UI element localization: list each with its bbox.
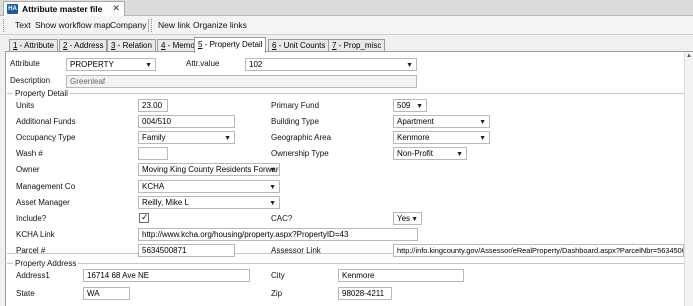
geographic-area-label: Geographic Area bbox=[271, 133, 332, 142]
primary-fund-label: Primary Fund bbox=[271, 101, 320, 110]
additional-funds-field[interactable]: 004/510 bbox=[138, 115, 235, 128]
property-detail-group-title: Property Detail bbox=[13, 89, 70, 98]
include-label: Include? bbox=[16, 214, 47, 223]
chevron-down-icon: ▼ bbox=[479, 135, 486, 142]
ownership-type-select[interactable]: Non-Profit ▼ bbox=[393, 147, 467, 160]
document-tab[interactable]: HA Attribute master file ✕ bbox=[3, 1, 125, 16]
close-icon[interactable]: ✕ bbox=[112, 3, 120, 14]
management-co-select[interactable]: KCHA ▼ bbox=[138, 180, 280, 193]
text-button[interactable]: Text bbox=[15, 20, 31, 30]
building-type-select[interactable]: Apartment ▼ bbox=[393, 115, 490, 128]
chevron-down-icon: ▼ bbox=[145, 62, 152, 69]
state-label: State bbox=[16, 289, 35, 298]
asset-manager-label: Asset Manager bbox=[16, 198, 70, 207]
chevron-down-icon: ▼ bbox=[269, 184, 276, 191]
attr-value-label: Attr.value bbox=[186, 59, 220, 68]
zip-label: Zip bbox=[271, 289, 283, 298]
chevron-down-icon: ▼ bbox=[456, 151, 463, 158]
chevron-down-icon: ▼ bbox=[479, 119, 486, 126]
city-label: City bbox=[271, 271, 285, 280]
additional-funds-label: Additional Funds bbox=[16, 117, 76, 126]
primary-fund-select[interactable]: 509 ▼ bbox=[393, 99, 427, 112]
document-tab-strip: HA Attribute master file ✕ bbox=[0, 0, 693, 16]
chevron-down-icon: ▼ bbox=[416, 103, 423, 110]
occupancy-type-label: Occupancy Type bbox=[16, 133, 76, 142]
toolbar-grip[interactable] bbox=[151, 19, 154, 32]
occupancy-type-select[interactable]: Family ▼ bbox=[138, 131, 235, 144]
zip-field[interactable]: 98028-4211 bbox=[338, 287, 392, 300]
address1-field[interactable]: 16714 68 Ave NE bbox=[83, 269, 250, 282]
cac-select[interactable]: Yes ▼ bbox=[393, 212, 422, 225]
attribute-label: Attribute bbox=[10, 59, 40, 68]
building-type-label: Building Type bbox=[271, 117, 319, 126]
kcha-link-field[interactable]: http://www.kcha.org/housing/property.asp… bbox=[138, 228, 418, 241]
attr-value-select[interactable]: 102 ▼ bbox=[245, 58, 417, 71]
wash-field[interactable] bbox=[138, 147, 168, 160]
chevron-down-icon: ▼ bbox=[269, 200, 276, 207]
address1-label: Address1 bbox=[16, 271, 50, 280]
geographic-area-select[interactable]: Kenmore ▼ bbox=[393, 131, 490, 144]
assessor-link-label: Assessor Link bbox=[271, 246, 321, 255]
toolbar: Text Show workflow map Company New link … bbox=[0, 16, 693, 35]
state-field[interactable]: WA bbox=[83, 287, 130, 300]
property-address-group-title: Property Address bbox=[13, 259, 79, 268]
attribute-select[interactable]: PROPERTY ▼ bbox=[66, 58, 156, 71]
organize-links-button[interactable]: Organize links bbox=[193, 20, 247, 30]
description-label: Description bbox=[10, 76, 51, 85]
scroll-up-icon[interactable]: ▲ bbox=[686, 53, 692, 59]
city-field[interactable]: Kenmore bbox=[338, 269, 464, 282]
include-checkbox[interactable]: ✓ bbox=[139, 212, 149, 223]
checkmark-icon: ✓ bbox=[141, 212, 149, 222]
owner-label: Owner bbox=[16, 165, 40, 174]
new-link-button[interactable]: New link bbox=[158, 20, 190, 30]
chevron-down-icon: ▼ bbox=[224, 135, 231, 142]
parcel-field[interactable]: 5634500871 bbox=[138, 244, 235, 257]
app-icon: HA bbox=[7, 4, 18, 14]
toolbar-separator bbox=[148, 19, 149, 32]
units-field[interactable]: 23.00 bbox=[138, 99, 168, 112]
asset-manager-select[interactable]: Reilly, Mike L ▼ bbox=[138, 196, 280, 209]
kcha-link-label: KCHA Link bbox=[16, 230, 55, 239]
chevron-down-icon: ▼ bbox=[406, 62, 413, 69]
ownership-type-label: Ownership Type bbox=[271, 149, 329, 158]
chevron-down-icon: ▼ bbox=[269, 167, 276, 174]
description-field[interactable]: Greenleaf bbox=[66, 75, 417, 88]
tab-property-detail[interactable]: 5 - Property Detail bbox=[194, 37, 267, 53]
cac-label: CAC? bbox=[271, 214, 293, 223]
vertical-scrollbar[interactable]: ▲ bbox=[684, 52, 693, 306]
company-button[interactable]: Company bbox=[110, 20, 146, 30]
document-title: Attribute master file bbox=[22, 4, 103, 14]
owner-select[interactable]: Moving King County Residents Forward ▼ bbox=[138, 163, 280, 176]
show-workflow-map-button[interactable]: Show workflow map bbox=[35, 20, 111, 30]
assessor-link-field[interactable]: http://info.kingcounty.gov/Assessor/eRea… bbox=[393, 244, 684, 257]
wash-label: Wash # bbox=[16, 149, 43, 158]
units-label: Units bbox=[16, 101, 35, 110]
management-co-label: Management Co bbox=[16, 182, 76, 191]
chevron-down-icon: ▼ bbox=[411, 216, 418, 223]
toolbar-grip[interactable] bbox=[3, 19, 6, 32]
parcel-label: Parcel # bbox=[16, 246, 46, 255]
